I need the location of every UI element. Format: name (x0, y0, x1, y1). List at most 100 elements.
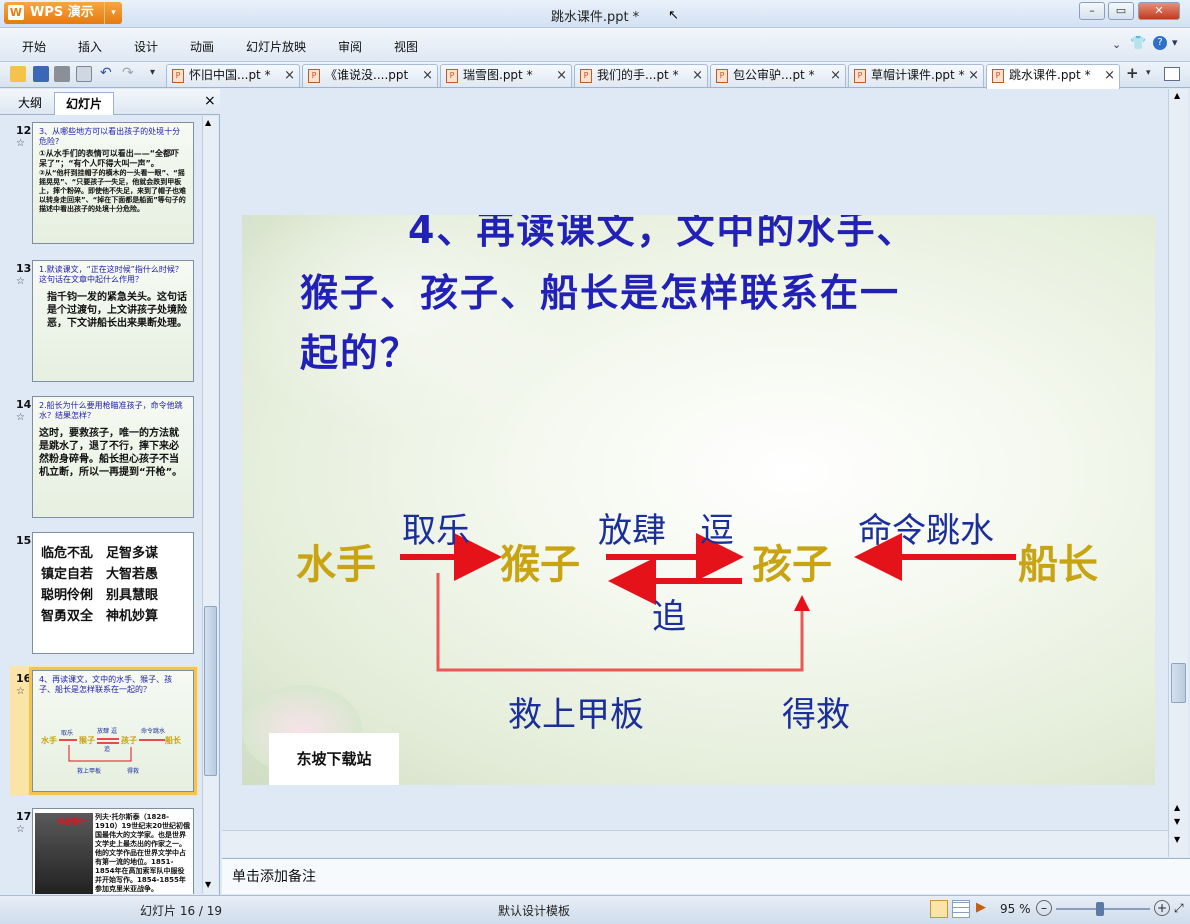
slide-thumbnail-16[interactable]: 4、再读课文，文中的水手、猴子、孩子、船长是怎样联系在一起的？ 水手 取乐 猴子… (29, 667, 197, 795)
save-icon[interactable] (33, 66, 49, 82)
menu-design[interactable]: 设计 (134, 38, 158, 55)
node-sailor: 水手 (296, 542, 376, 588)
slide-thumbnail-12[interactable]: 3、从哪些地方可以看出孩子的处境十分危险? ①从水手们的表情可以看出——“全都吓… (32, 122, 194, 244)
doc-tab-2[interactable]: P 《谁说没....ppt × (302, 64, 438, 87)
thumb-connector (68, 745, 132, 762)
minimize-button[interactable]: – (1079, 2, 1105, 20)
ppt-file-icon: P (992, 69, 1004, 83)
fit-window-icon[interactable]: ⤢ (1174, 901, 1184, 916)
author-intro-label: 作者简介： (57, 818, 92, 826)
zoom-out-icon[interactable]: – (1036, 900, 1052, 916)
slide-canvas[interactable]: 4、再读课文，文中的水手、 猴子、孩子、船长是怎样联系在一 起的？ 水手 猴子 … (242, 215, 1155, 785)
close-tab-icon[interactable]: × (284, 65, 295, 86)
tab-outline[interactable]: 大纲 (8, 92, 52, 115)
menu-bar: 开始 插入 设计 动画 幻灯片放映 审阅 视图 ⌄ 👕 ? ▾ (0, 28, 1190, 62)
close-tab-icon[interactable]: × (1104, 65, 1115, 86)
window-switch-icon[interactable] (1164, 67, 1180, 81)
close-panel-icon[interactable]: × (204, 93, 216, 109)
menu-view[interactable]: 视图 (394, 38, 418, 55)
close-window-button[interactable]: ✕ (1138, 2, 1180, 20)
thumb-text: 这时，要救孩子，唯一的方法就是跳水了，退了不行，摔下来必然粉身碎骨。船长担心孩子… (39, 428, 183, 478)
ribbon-collapse-icon[interactable]: ⌄ (1112, 38, 1121, 51)
slide-thumbnail-13[interactable]: 1.默读课文，“正在这时候”指什么时候？这句话在文章中起什么作用？ 指千钧一发的… (32, 260, 194, 382)
close-tab-icon[interactable]: × (830, 65, 841, 86)
doc-tab-active[interactable]: P 跳水课件.ppt * × (986, 64, 1120, 89)
close-tab-icon[interactable]: × (968, 65, 979, 86)
thumb-text: 1.默读课文，“正在这时候”指什么时候？这句话在文章中起什么作用？ (39, 265, 183, 284)
relationship-diagram (400, 533, 1016, 672)
scroll-down-icon[interactable]: ▼ (1174, 817, 1180, 826)
doc-tab-label: 包公审驴...pt * (733, 68, 815, 82)
slide-number: 17 (16, 810, 32, 823)
doc-tab-5[interactable]: P 包公审驴...pt * × (710, 64, 846, 87)
label-dou: 逗 (700, 511, 734, 551)
close-tab-icon[interactable]: × (692, 65, 703, 86)
next-slide-icon[interactable]: ▼ (1174, 835, 1180, 844)
customize-toolbar-icon[interactable]: ▾ (150, 67, 155, 78)
slide-thumbnail-panel: 大纲 幻灯片 × 12 ☆ 3、从哪些地方可以看出孩子的处境十分危险? ①从水手… (0, 89, 220, 895)
slide-number: 14 (16, 398, 32, 411)
doc-tab-label: 瑞雪图.ppt * (463, 68, 533, 82)
slide-thumbnail-15[interactable]: 临危不乱 足智多谋 镇定自若 大智若愚 聪明伶俐 别具慧眼 智勇双全 神机妙算 (32, 532, 194, 654)
node-child: 孩子 (752, 542, 832, 588)
help-icon[interactable]: ? (1153, 36, 1167, 50)
thumb-node-monkey: 猴子 (78, 735, 95, 745)
normal-view-icon[interactable] (930, 900, 948, 918)
zoom-slider-handle[interactable] (1096, 902, 1104, 916)
menu-review[interactable]: 审阅 (338, 38, 362, 55)
ppt-file-icon: P (308, 69, 320, 83)
scroll-down-icon[interactable]: ▼ (205, 880, 211, 889)
close-tab-icon[interactable]: × (422, 65, 433, 86)
doc-tab-label: 《谁说没....ppt (325, 68, 409, 82)
undo-icon[interactable]: ↶ (100, 65, 112, 81)
menu-slideshow[interactable]: 幻灯片放映 (246, 38, 306, 55)
print-icon[interactable] (54, 66, 70, 82)
new-tab-plus-icon[interactable]: + (1126, 64, 1139, 82)
thumb-label-qule: 取乐 (61, 730, 73, 737)
animation-star-icon: ☆ (16, 686, 25, 697)
title-bar: WPS 演示 ▾ W 跳水课件.ppt * ↖ – ▭ ✕ (0, 0, 1190, 28)
print-preview-icon[interactable] (76, 66, 92, 82)
scroll-up-icon[interactable]: ▲ (205, 118, 211, 127)
doc-tab-4[interactable]: P 我们的手...pt * × (574, 64, 708, 87)
tab-list-dropdown-icon[interactable]: ▾ (1146, 68, 1151, 78)
slide-thumbnail-17[interactable]: 作者简介： 列夫·托尔斯泰（1828-1910）19世纪末20世纪初俄国最伟大的… (32, 808, 194, 894)
open-folder-icon[interactable] (10, 66, 26, 82)
slideshow-play-icon[interactable]: ▶ (976, 900, 986, 915)
thumb-diagram: 水手 取乐 猴子 放肆 逗 追 孩子 命令跳水 船长 救上甲板 得救 (40, 727, 182, 775)
doc-tab-1[interactable]: P 怀旧中国...pt * × (166, 64, 300, 87)
slide-horizontal-scrollbar[interactable] (222, 830, 1168, 857)
zoom-level: 95 % (1000, 902, 1031, 916)
window-title: 跳水课件.ppt * (550, 10, 640, 25)
menu-animation[interactable]: 动画 (190, 38, 214, 55)
redo-icon[interactable]: ↷ (122, 65, 134, 81)
scroll-thumb[interactable] (1171, 663, 1186, 703)
zoom-in-icon[interactable]: + (1154, 900, 1170, 916)
menu-home[interactable]: 开始 (22, 38, 46, 55)
thumb-text: ①从水手们的表情可以看出——“全都吓呆了”；“有个人吓得大叫一声”。 (39, 149, 180, 168)
slide-sorter-view-icon[interactable] (952, 900, 970, 918)
skin-shirt-icon[interactable]: 👕 (1130, 36, 1146, 51)
slide-number: 13 (16, 262, 32, 275)
thumbnail-scrollbar[interactable]: ▲ ▼ (202, 116, 218, 894)
slide-number: 12 (16, 124, 32, 137)
doc-tab-3[interactable]: P 瑞雪图.ppt * × (440, 64, 572, 87)
slide-vertical-scrollbar[interactable]: ▲ ▲ ▼ ▼ (1168, 89, 1188, 857)
menu-insert[interactable]: 插入 (78, 38, 102, 55)
thumb-node-sailor: 水手 (40, 735, 57, 745)
node-captain: 船长 (1018, 542, 1098, 588)
maximize-button[interactable]: ▭ (1108, 2, 1134, 20)
tab-slides[interactable]: 幻灯片 (54, 92, 114, 115)
close-tab-icon[interactable]: × (556, 65, 567, 86)
slide-thumbnail-14[interactable]: 2.船长为什么要用枪瞄准孩子，命令他跳水？结果怎样？ 这时，要救孩子，唯一的方法… (32, 396, 194, 518)
help-dropdown-icon[interactable]: ▾ (1172, 36, 1178, 49)
thumb-text: 2.船长为什么要用枪瞄准孩子，命令他跳水？结果怎样？ (39, 401, 183, 420)
notes-pane[interactable]: 单击添加备注 (222, 858, 1190, 894)
scroll-up-icon[interactable]: ▲ (1174, 91, 1180, 100)
doc-tab-label: 我们的手...pt * (597, 68, 679, 82)
slide-number: 16 (16, 672, 32, 685)
label-dejiu: 得救 (782, 695, 850, 735)
scroll-thumb[interactable] (204, 606, 217, 776)
prev-slide-icon[interactable]: ▲ (1174, 803, 1180, 812)
doc-tab-6[interactable]: P 草帽计课件.ppt * × (848, 64, 984, 87)
